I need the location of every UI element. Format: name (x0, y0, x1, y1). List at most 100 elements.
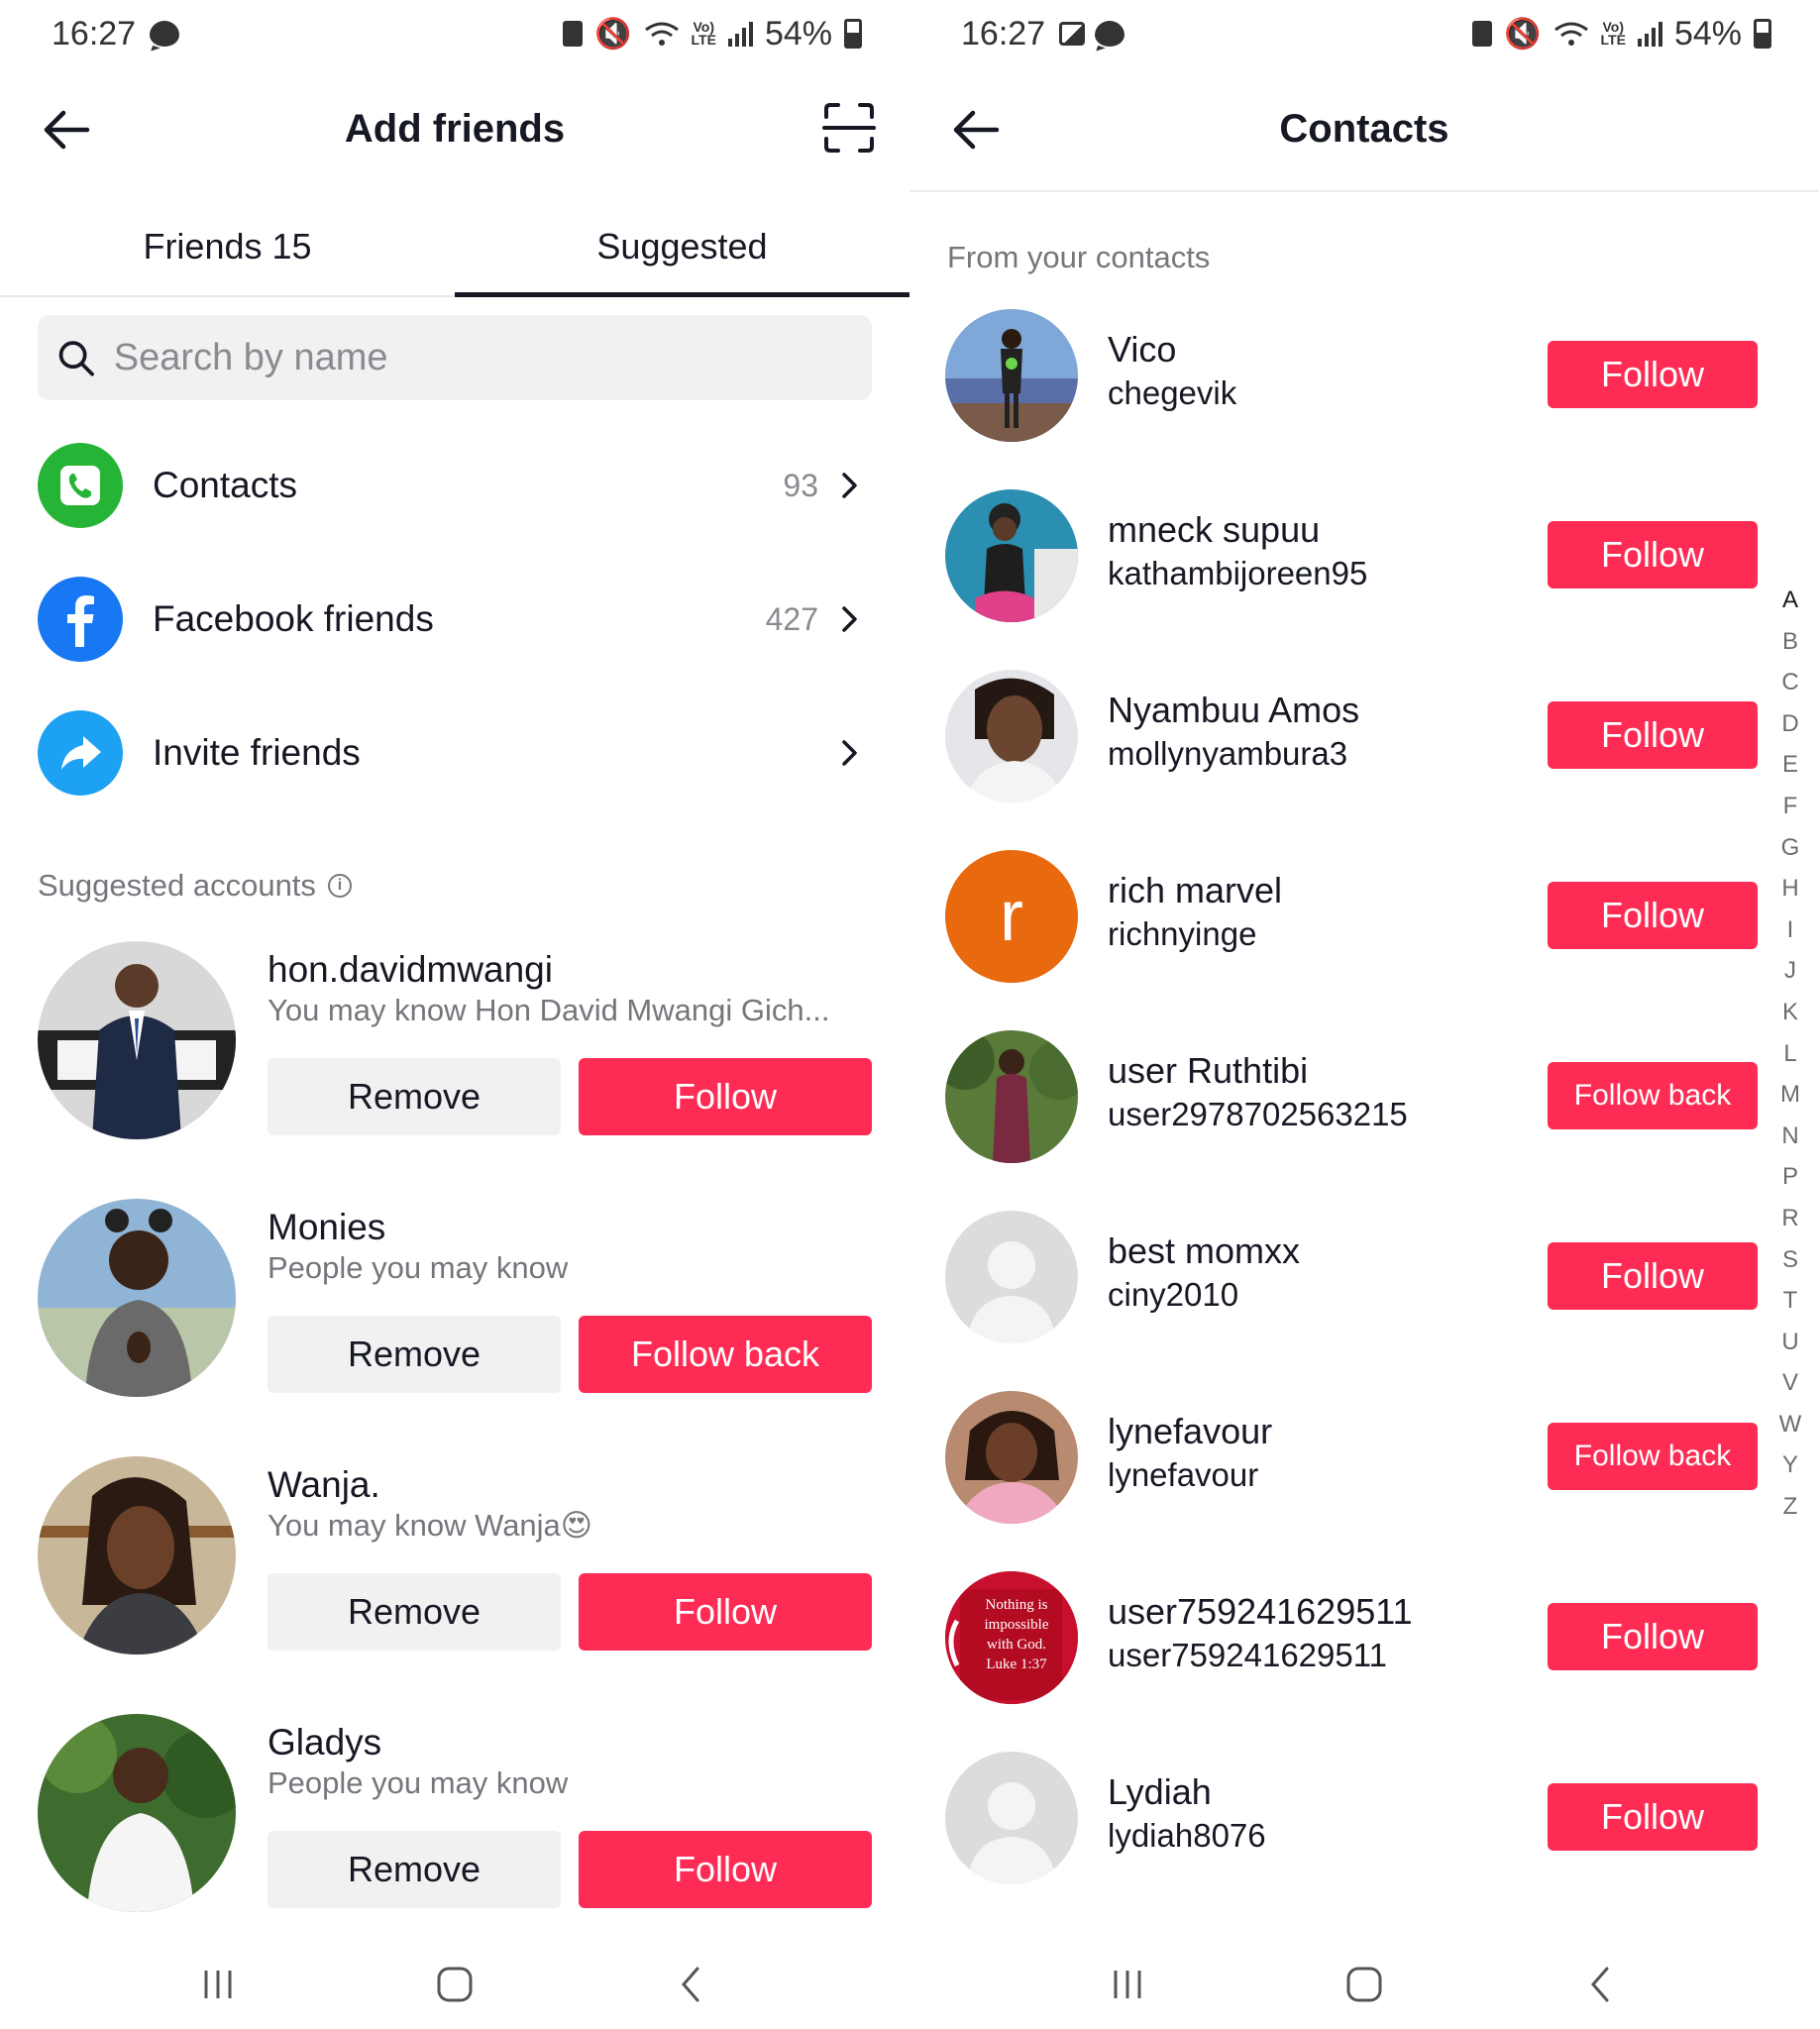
alphabet-letter-l[interactable]: L (1783, 1033, 1796, 1075)
alphabet-letter-t[interactable]: T (1783, 1280, 1798, 1322)
avatar[interactable]: r (945, 850, 1078, 983)
alphabet-letter-g[interactable]: G (1781, 827, 1800, 869)
follow-button[interactable]: Follow (579, 1058, 872, 1135)
header: Add friends (0, 79, 910, 178)
contact-username: mollynyambura3 (1108, 735, 1348, 772)
contact-name: lynefavour (1108, 1411, 1273, 1451)
avatar[interactable] (945, 1030, 1078, 1163)
remove-button[interactable]: Remove (268, 1831, 561, 1908)
recent-apps-icon[interactable] (1106, 1963, 1149, 2006)
contact-row[interactable]: user Ruthtibi user2978702563215 Follow b… (945, 1026, 1758, 1165)
follow-button[interactable]: Follow (579, 1573, 872, 1651)
contact-row[interactable]: mneck supuu kathambijoreen95 Follow (945, 485, 1758, 624)
alphabet-letter-n[interactable]: N (1781, 1116, 1798, 1157)
follow-back-button[interactable]: Follow back (1548, 1423, 1758, 1490)
follow-back-button[interactable]: Follow back (579, 1316, 872, 1393)
home-icon[interactable] (1342, 1963, 1386, 2006)
wifi-icon (1553, 22, 1588, 46)
back-icon[interactable] (1579, 1963, 1623, 2006)
alphabet-letter-j[interactable]: J (1784, 950, 1796, 992)
contact-row[interactable]: best momxx ciny2010 Follow (945, 1207, 1758, 1345)
share-arrow-icon (38, 710, 123, 796)
back-arrow-icon[interactable] (40, 103, 93, 157)
avatar[interactable] (38, 1199, 236, 1397)
contact-row[interactable]: r rich marvel richnyinge Follow (945, 846, 1758, 985)
suggested-accounts-label: Suggested accounts (38, 868, 316, 903)
chevron-right-icon (842, 473, 857, 498)
contact-name: rich marvel (1108, 870, 1283, 910)
alphabet-letter-b[interactable]: B (1782, 621, 1798, 663)
alphabet-letter-z[interactable]: Z (1783, 1486, 1798, 1528)
alphabet-letter-e[interactable]: E (1782, 744, 1798, 786)
alphabet-index[interactable]: ABCDEFGHIJKLMNPRSTUVWYZ (1775, 580, 1805, 1528)
alphabet-letter-k[interactable]: K (1782, 992, 1798, 1033)
contact-row[interactable]: lynefavour lynefavour Follow back (945, 1387, 1758, 1526)
alphabet-letter-d[interactable]: D (1781, 703, 1798, 745)
search-input[interactable] (113, 336, 854, 379)
contact-row[interactable]: Lydiah lydiah8076 Follow (945, 1748, 1758, 1886)
sim-icon (1472, 21, 1493, 47)
contact-row[interactable]: Vico chegevik Follow (945, 305, 1758, 444)
alphabet-letter-a[interactable]: A (1782, 580, 1798, 621)
remove-button[interactable]: Remove (268, 1316, 561, 1393)
alphabet-letter-u[interactable]: U (1781, 1322, 1798, 1363)
info-icon[interactable]: i (327, 874, 352, 898)
alphabet-letter-w[interactable]: W (1779, 1404, 1802, 1445)
follow-button[interactable]: Follow (1548, 1242, 1758, 1310)
follow-button[interactable]: Follow (1548, 701, 1758, 769)
remove-button[interactable]: Remove (268, 1058, 561, 1135)
facebook-friends-row[interactable]: Facebook friends 427 (38, 570, 872, 669)
follow-button[interactable]: Follow (1548, 882, 1758, 949)
follow-button[interactable]: Follow (1548, 1783, 1758, 1851)
page-title: Add friends (344, 106, 566, 151)
scan-qr-icon[interactable] (822, 101, 876, 155)
follow-button[interactable]: Follow (1548, 521, 1758, 588)
tab-bar: Friends 15 Suggested (0, 198, 910, 297)
avatar[interactable] (945, 1391, 1078, 1524)
alphabet-letter-s[interactable]: S (1782, 1239, 1798, 1281)
contacts-row[interactable]: Contacts 93 (38, 436, 872, 535)
follow-button[interactable]: Follow (1548, 341, 1758, 408)
page-title: Contacts (1279, 106, 1449, 151)
follow-back-button[interactable]: Follow back (1548, 1062, 1758, 1129)
contacts-count: 93 (783, 467, 818, 503)
alphabet-letter-h[interactable]: H (1781, 868, 1798, 909)
avatar[interactable]: Nothing is impossible with God. Luke 1:3… (945, 1571, 1078, 1704)
alphabet-letter-m[interactable]: M (1780, 1074, 1800, 1116)
back-arrow-icon[interactable] (949, 103, 1003, 157)
search-bar[interactable] (38, 315, 872, 400)
suggested-reason: People you may know (268, 1765, 569, 1800)
contact-row[interactable]: Nothing is impossible with God. Luke 1:3… (945, 1567, 1758, 1706)
alphabet-letter-v[interactable]: V (1782, 1362, 1798, 1404)
facebook-friends-label: Facebook friends (153, 598, 434, 639)
avatar[interactable] (945, 309, 1078, 442)
alphabet-letter-y[interactable]: Y (1782, 1444, 1798, 1486)
alphabet-letter-r[interactable]: R (1781, 1198, 1798, 1239)
alphabet-letter-p[interactable]: P (1782, 1156, 1798, 1198)
contact-row[interactable]: Nyambuu Amos mollynyambura3 Follow (945, 666, 1758, 804)
remove-button[interactable]: Remove (268, 1573, 561, 1651)
suggested-reason: You may know Hon David Mwangi Gich... (268, 993, 830, 1027)
recent-apps-icon[interactable] (196, 1963, 240, 2006)
home-icon[interactable] (433, 1963, 477, 2006)
avatar[interactable] (945, 1211, 1078, 1343)
suggested-account-card: hon.davidmwangi You may know Hon David M… (38, 941, 872, 1149)
avatar[interactable] (38, 1714, 236, 1912)
alphabet-letter-i[interactable]: I (1787, 909, 1794, 951)
avatar[interactable] (38, 941, 236, 1139)
tab-friends[interactable]: Friends 15 (0, 198, 455, 295)
tab-suggested[interactable]: Suggested (455, 198, 910, 297)
avatar[interactable] (38, 1456, 236, 1655)
invite-friends-row[interactable]: Invite friends (38, 703, 872, 802)
alphabet-letter-f[interactable]: F (1783, 786, 1798, 827)
back-icon[interactable] (670, 1963, 713, 2006)
avatar[interactable] (945, 670, 1078, 802)
contact-username: user2978702563215 (1108, 1096, 1408, 1132)
follow-button[interactable]: Follow (579, 1831, 872, 1908)
avatar[interactable] (945, 1752, 1078, 1884)
chevron-right-icon (842, 740, 857, 766)
alphabet-letter-c[interactable]: C (1781, 662, 1798, 703)
avatar[interactable] (945, 489, 1078, 622)
add-friends-screen: 16:27 🔇 Vo) LTE 54% Add friends Friends 1… (0, 0, 910, 2029)
follow-button[interactable]: Follow (1548, 1603, 1758, 1670)
